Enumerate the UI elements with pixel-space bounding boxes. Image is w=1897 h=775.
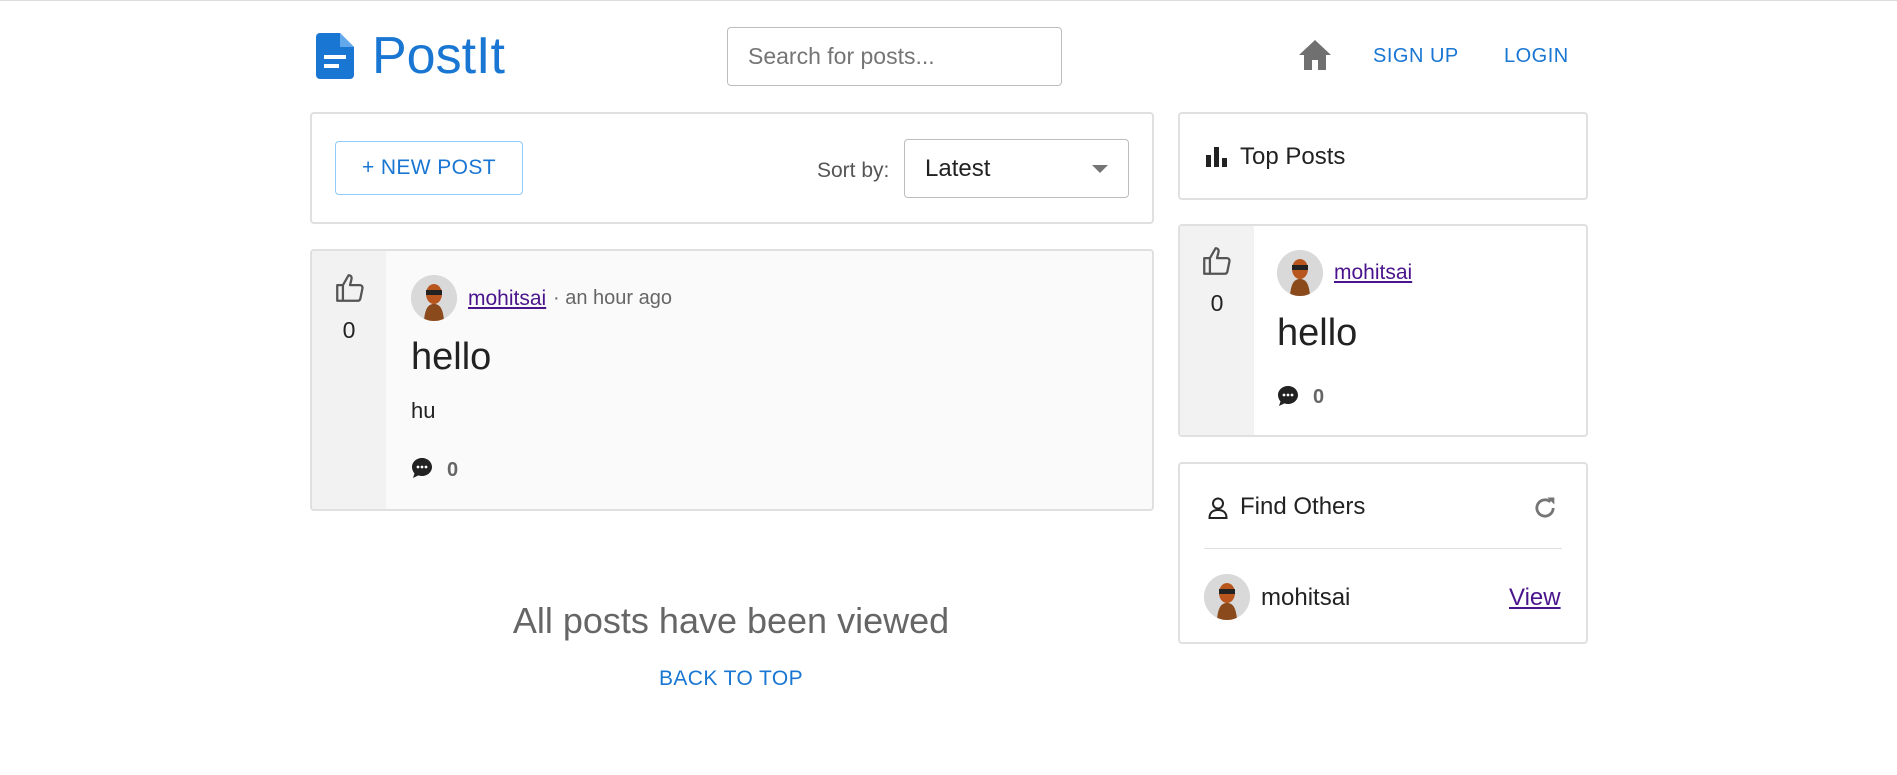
vote-column: 0 <box>312 251 386 509</box>
top-posts-header: Top Posts <box>1178 112 1588 200</box>
vote-count: 0 <box>342 317 356 343</box>
search-input[interactable] <box>727 27 1062 86</box>
new-post-button[interactable]: + NEW POST <box>335 141 523 195</box>
avatar[interactable] <box>1277 250 1323 296</box>
divider <box>1204 548 1562 549</box>
top-post-author-link[interactable]: mohitsai <box>1334 261 1412 285</box>
find-others-card: Find Others mohitsai View <box>1178 462 1588 644</box>
vote-count: 0 <box>1210 290 1224 316</box>
sort-label: Sort by: <box>817 159 890 182</box>
avatar-image <box>411 275 457 321</box>
post-title[interactable]: hello <box>411 336 491 378</box>
post-toolbar: + NEW POST Sort by: Latest <box>310 112 1154 224</box>
avatar-image <box>1277 250 1323 296</box>
logo-text: PostIt <box>372 27 505 85</box>
view-user-link[interactable]: View <box>1509 584 1561 612</box>
comment-icon[interactable] <box>1276 384 1300 408</box>
bar-chart-icon <box>1206 147 1227 167</box>
thumbs-up-icon[interactable] <box>1200 244 1234 278</box>
post-card[interactable]: 0 mohitsai · an hour ago hello hu 0 <box>310 249 1154 511</box>
comment-icon[interactable] <box>410 456 434 480</box>
vote-column: 0 <box>1180 226 1254 435</box>
find-others-title: Find Others <box>1240 493 1366 520</box>
post-body: hu <box>411 398 436 423</box>
post-timestamp: · an hour ago <box>553 287 672 309</box>
user-icon <box>1208 497 1228 519</box>
sort-select[interactable]: Latest <box>904 139 1129 198</box>
comment-count: 0 <box>1313 386 1325 408</box>
user-name: mohitsai <box>1261 584 1351 611</box>
avatar-image <box>1204 574 1250 620</box>
thumbs-up-icon[interactable] <box>333 271 367 305</box>
top-post-title[interactable]: hello <box>1277 312 1357 354</box>
avatar[interactable] <box>411 275 457 321</box>
refresh-icon[interactable] <box>1531 494 1559 522</box>
sort-value: Latest <box>925 154 991 182</box>
back-to-top-button[interactable]: BACK TO TOP <box>310 667 1152 691</box>
top-border <box>0 0 1897 1</box>
chevron-down-icon <box>1092 165 1108 173</box>
post-author-link[interactable]: mohitsai <box>468 287 546 311</box>
login-link[interactable]: LOGIN <box>1504 44 1569 68</box>
signup-link[interactable]: SIGN UP <box>1373 44 1459 68</box>
end-message: All posts have been viewed <box>512 600 950 641</box>
home-icon[interactable] <box>1297 38 1333 72</box>
top-posts-title: Top Posts <box>1240 143 1346 170</box>
document-icon <box>316 33 354 79</box>
top-post-card[interactable]: 0 mohitsai hello 0 <box>1178 224 1588 437</box>
avatar[interactable] <box>1204 574 1250 620</box>
comment-count: 0 <box>447 459 459 481</box>
logo[interactable]: PostIt <box>316 28 505 84</box>
